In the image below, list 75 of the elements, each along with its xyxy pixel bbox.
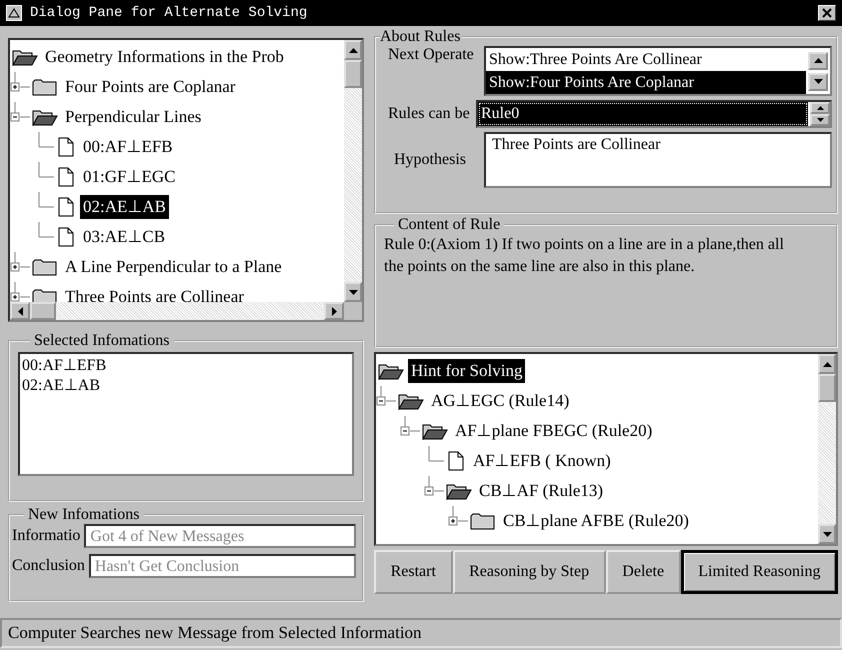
field-label: Informatio — [12, 527, 80, 545]
list-item[interactable]: 00:AF⊥EFB — [22, 356, 350, 376]
field-label: Conclusion — [12, 557, 85, 575]
folder-icon — [32, 78, 58, 96]
field-label: Next Operate — [387, 46, 475, 64]
action-button[interactable]: Reasoning by Step — [452, 550, 606, 594]
open-folder-icon — [446, 482, 472, 500]
scroll-up-button[interactable] — [808, 52, 828, 70]
left-arrow-icon — [18, 306, 22, 316]
horizontal-scrollbar[interactable] — [10, 302, 362, 320]
scroll-right-button[interactable] — [324, 302, 344, 320]
up-arrow-icon — [814, 58, 822, 63]
list-item[interactable]: 02:AE⊥AB — [22, 376, 350, 396]
tree-item[interactable]: Geometry Informations in the Prob — [42, 45, 287, 69]
vertical-scrollbar[interactable] — [818, 354, 836, 544]
scroll-thumb[interactable] — [30, 302, 56, 320]
app-icon — [6, 5, 22, 21]
document-icon — [56, 167, 76, 187]
open-folder-icon — [422, 422, 448, 440]
action-button[interactable]: Restart — [374, 550, 453, 594]
folder-icon — [32, 258, 58, 276]
tree-item[interactable]: 02:AE⊥AB — [80, 195, 169, 219]
window-title: Dialog Pane for Alternate Solving — [30, 5, 308, 21]
group-title: Content of Rule — [397, 216, 502, 234]
tree-item[interactable]: CB⊥AF (Rule13) — [476, 479, 606, 503]
tree-item[interactable]: CB⊥plane AFBE (Rule20) — [500, 509, 692, 533]
close-icon — [822, 8, 832, 18]
close-button[interactable] — [818, 5, 836, 21]
scrollbar-corner — [344, 302, 362, 320]
document-icon — [56, 197, 76, 217]
tree-item[interactable]: Four Points are Coplanar — [62, 75, 238, 99]
tree-item[interactable]: 00:AF⊥EFB — [80, 135, 176, 159]
group-title: New Infomations — [27, 506, 141, 524]
tree-item[interactable]: AF⊥EFB ( Known) — [470, 449, 614, 473]
tree-item[interactable]: Perpendicular Lines — [62, 105, 204, 129]
right-arrow-icon — [332, 306, 336, 316]
scroll-left-button[interactable] — [10, 302, 30, 320]
action-button[interactable]: Limited Reasoning — [680, 550, 838, 594]
scroll-up-button[interactable] — [344, 40, 362, 60]
tree-item[interactable]: 03:AE⊥CB — [80, 225, 168, 249]
scroll-down-button[interactable] — [344, 282, 362, 302]
open-folder-icon — [32, 108, 58, 126]
scroll-down-button[interactable] — [808, 72, 828, 90]
action-button[interactable]: Delete — [606, 550, 681, 594]
scroll-thumb[interactable] — [818, 374, 836, 402]
field-label: Rules can be — [387, 105, 471, 123]
down-arrow-icon — [822, 532, 832, 536]
folder-icon — [32, 288, 58, 302]
list-item[interactable]: Show:Three Points Are Collinear — [486, 48, 806, 71]
tree-item[interactable]: A Line Perpendicular to a Plane — [62, 255, 285, 279]
up-arrow-icon — [348, 48, 358, 52]
group-title: About Rules — [380, 28, 462, 46]
document-icon — [56, 227, 76, 247]
folder-icon — [470, 512, 496, 530]
document-icon — [446, 451, 466, 471]
vertical-scrollbar[interactable] — [344, 40, 362, 302]
tree-item[interactable]: AG⊥EGC (Rule14) — [428, 389, 572, 413]
hypothesis-field[interactable]: Three Points are Collinear — [484, 132, 832, 188]
scroll-down-button[interactable] — [818, 524, 836, 544]
tree-item[interactable]: AF⊥plane FBEGC (Rule20) — [452, 419, 656, 443]
open-folder-icon — [398, 392, 424, 410]
down-arrow-icon — [814, 79, 822, 84]
list-item[interactable]: Show:Four Points Are Coplanar — [486, 71, 806, 94]
tree-item[interactable]: Hint for Solving — [408, 359, 526, 383]
scroll-thumb[interactable] — [344, 60, 362, 88]
up-arrow-icon — [822, 362, 832, 366]
tree-item[interactable]: Three Points are Collinear — [62, 285, 247, 302]
down-arrow-icon — [348, 290, 358, 294]
group-title: Selected Infomations — [33, 332, 171, 350]
tree-item[interactable]: 01:GF⊥EGC — [80, 165, 178, 189]
document-icon — [56, 137, 76, 157]
field-label: Hypothesis — [393, 151, 467, 169]
scroll-up-button[interactable] — [818, 354, 836, 374]
status-text: Computer Searches new Message from Selected Information — [8, 623, 422, 643]
rule-text: Rule 0:(Axiom 1) If two points on a line are in a plane,then all the points on the same line are also in this plane. — [383, 235, 785, 277]
